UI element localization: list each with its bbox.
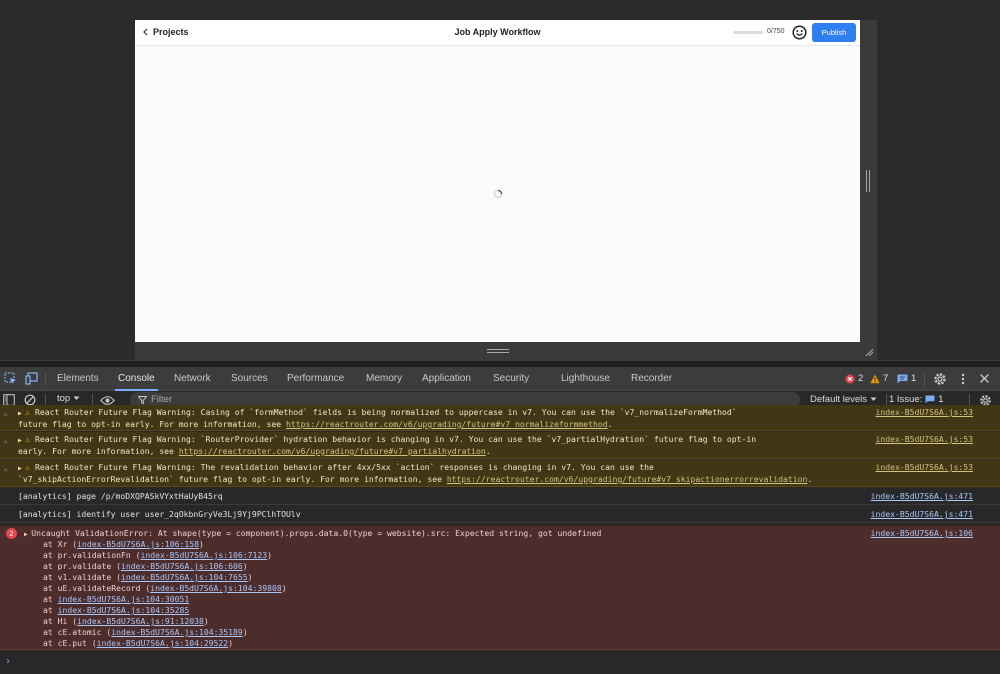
message-icon (897, 374, 908, 383)
tab-recorder[interactable]: Recorder (631, 367, 672, 391)
info-counter[interactable]: 1 (897, 373, 916, 384)
warning-link[interactable]: https://reactrouter.com/v6/upgrading/fut… (286, 419, 608, 429)
caret-down-icon (870, 397, 877, 401)
caret-down-icon (73, 396, 80, 400)
tab-network[interactable]: Network (174, 367, 211, 391)
app-header: Projects Job Apply Workflow 0/750 Publis… (135, 20, 860, 46)
console-messages: ⚠ ▶ ⚠ React Router Future Flag Warning: … (0, 405, 1000, 674)
tab-sources[interactable]: Sources (231, 367, 268, 391)
warning-icon (870, 374, 880, 383)
filter-icon (138, 396, 147, 404)
stack-link[interactable]: index-B5dU7S6A.js:106:7123 (140, 550, 267, 560)
viewport-resize-handle-right[interactable] (860, 20, 877, 342)
context-select[interactable]: top (57, 393, 80, 404)
inspect-element-icon[interactable] (4, 372, 17, 385)
stack-link[interactable]: index-B5dU7S6A.js:104:30051 (58, 594, 190, 604)
console-warning-row[interactable]: ⚠ ▶ ⚠ React Router Future Flag Warning: … (0, 405, 1000, 431)
source-link[interactable]: index-B5dU7S6A.js:53 (876, 434, 973, 445)
tab-security[interactable]: Security (493, 367, 529, 391)
error-counter[interactable]: 2 (845, 373, 863, 384)
character-progress-bar (733, 31, 763, 34)
warning-message-cont: early. For more information, see (18, 446, 179, 456)
issues-button[interactable]: 1 Issue: 1 (889, 394, 944, 405)
log-message: [analytics] page /p/moDXQPASkVYxtHaUyB45… (18, 491, 223, 501)
close-icon[interactable] (979, 373, 990, 384)
warning-icon: ⚠ (25, 407, 35, 417)
warning-link[interactable]: https://reactrouter.com/v6/upgrading/fut… (447, 474, 808, 484)
console-log-row[interactable]: [analytics] identify user user_2qOkbnGry… (0, 505, 1000, 523)
stack-link[interactable]: index-B5dU7S6A.js:104:7655 (121, 572, 248, 582)
error-repeat-badge: 2 (6, 528, 17, 539)
source-link[interactable]: index-B5dU7S6A.js:471 (871, 509, 973, 520)
warning-counter[interactable]: 7 (870, 373, 888, 384)
stack-trace: at Xr (index-B5dU7S6A.js:106:158) at pr.… (43, 539, 287, 648)
corner-resize-icon[interactable] (864, 347, 874, 357)
log-levels-value: Default levels (810, 394, 868, 405)
console-prompt[interactable]: › (5, 656, 11, 667)
error-icon (845, 374, 855, 383)
loading-spinner-icon (493, 189, 503, 199)
stack-link[interactable]: index-B5dU7S6A.js:106:158 (77, 539, 199, 549)
tab-performance[interactable]: Performance (287, 367, 344, 391)
warning-icon: ⚠ (25, 462, 35, 472)
console-warning-row[interactable]: ⚠ ▶ ⚠ React Router Future Flag Warning: … (0, 460, 1000, 487)
tab-memory[interactable]: Memory (366, 367, 402, 391)
more-options-icon[interactable] (960, 372, 966, 386)
context-select-value: top (57, 393, 71, 404)
tab-console[interactable]: Console (115, 367, 158, 391)
smiley-icon[interactable] (792, 25, 807, 40)
warning-message: React Router Future Flag Warning: Casing… (34, 407, 737, 417)
device-toolbar-icon[interactable] (25, 372, 38, 385)
triangle-warning-icon: ⚠ (4, 411, 8, 418)
stack-link[interactable]: index-B5dU7S6A.js:104:29522 (97, 638, 229, 648)
source-link[interactable]: index-B5dU7S6A.js:471 (871, 491, 973, 502)
warning-message-cont: `v7_skipActionErrorRevalidation` future … (18, 474, 447, 484)
console-warning-row[interactable]: ⚠ ▶ ⚠ React Router Future Flag Warning: … (0, 432, 1000, 459)
issues-count: 1 (938, 394, 944, 405)
grip-icon (487, 349, 509, 353)
stack-link[interactable]: index-B5dU7S6A.js:106:606 (121, 561, 243, 571)
warning-message-cont: future flag to opt-in early. For more in… (18, 419, 287, 429)
character-count: 0/750 (767, 28, 785, 35)
warning-link[interactable]: https://reactrouter.com/v6/upgrading/fut… (179, 446, 486, 456)
triangle-warning-icon: ⚠ (4, 466, 8, 473)
publish-button[interactable]: Publish (812, 23, 856, 42)
source-link[interactable]: index-B5dU7S6A.js:53 (876, 462, 973, 473)
warning-message: React Router Future Flag Warning: The re… (34, 462, 654, 472)
gear-icon[interactable] (933, 372, 947, 386)
stack-link[interactable]: index-B5dU7S6A.js:104:35189 (111, 627, 243, 637)
stack-link[interactable]: index-B5dU7S6A.js:91:12038 (77, 616, 204, 626)
console-error-row[interactable]: 2 ▶ Uncaught ValidationError: At shape(t… (0, 526, 1000, 650)
warning-message-end: . (607, 419, 613, 429)
devtools-tab-bar: Elements Console Network Sources Perform… (0, 367, 1000, 391)
log-levels-select[interactable]: Default levels (810, 394, 877, 405)
warning-message: React Router Future Flag Warning: `Route… (34, 434, 757, 444)
info-count: 1 (911, 373, 917, 384)
viewport-resize-handle-bottom[interactable] (135, 342, 877, 360)
message-icon (925, 395, 935, 404)
source-link[interactable]: index-B5dU7S6A.js:53 (876, 407, 973, 418)
stack-link[interactable]: index-B5dU7S6A.js:104:35285 (58, 605, 190, 615)
tab-elements[interactable]: Elements (57, 367, 99, 391)
log-message: [analytics] identify user user_2qOkbnGry… (18, 509, 301, 519)
triangle-warning-icon: ⚠ (4, 438, 8, 445)
devtools-splitter[interactable] (0, 360, 1000, 367)
app-frame: Projects Job Apply Workflow 0/750 Publis… (135, 20, 860, 342)
console-log-row[interactable]: [analytics] page /p/moDXQPASkVYxtHaUyB45… (0, 488, 1000, 505)
warning-icon: ⚠ (25, 434, 35, 444)
issues-label: 1 Issue: (889, 394, 923, 405)
filter-placeholder: Filter (151, 394, 173, 405)
tab-application[interactable]: Application (422, 367, 471, 391)
warning-message-end: . (485, 446, 491, 456)
error-count: 2 (858, 373, 864, 384)
source-link[interactable]: index-B5dU7S6A.js:106 (871, 528, 973, 539)
stack-link[interactable]: index-B5dU7S6A.js:104:39808 (150, 583, 282, 593)
warning-message-end: . (807, 474, 813, 484)
warning-count: 7 (883, 373, 889, 384)
devtools-panel: Elements Console Network Sources Perform… (0, 367, 1000, 674)
page-viewport: Projects Job Apply Workflow 0/750 Publis… (0, 0, 1000, 360)
grip-icon (866, 170, 870, 192)
error-message: Uncaught ValidationError: At shape(type … (31, 528, 602, 538)
tab-lighthouse[interactable]: Lighthouse (561, 367, 610, 391)
